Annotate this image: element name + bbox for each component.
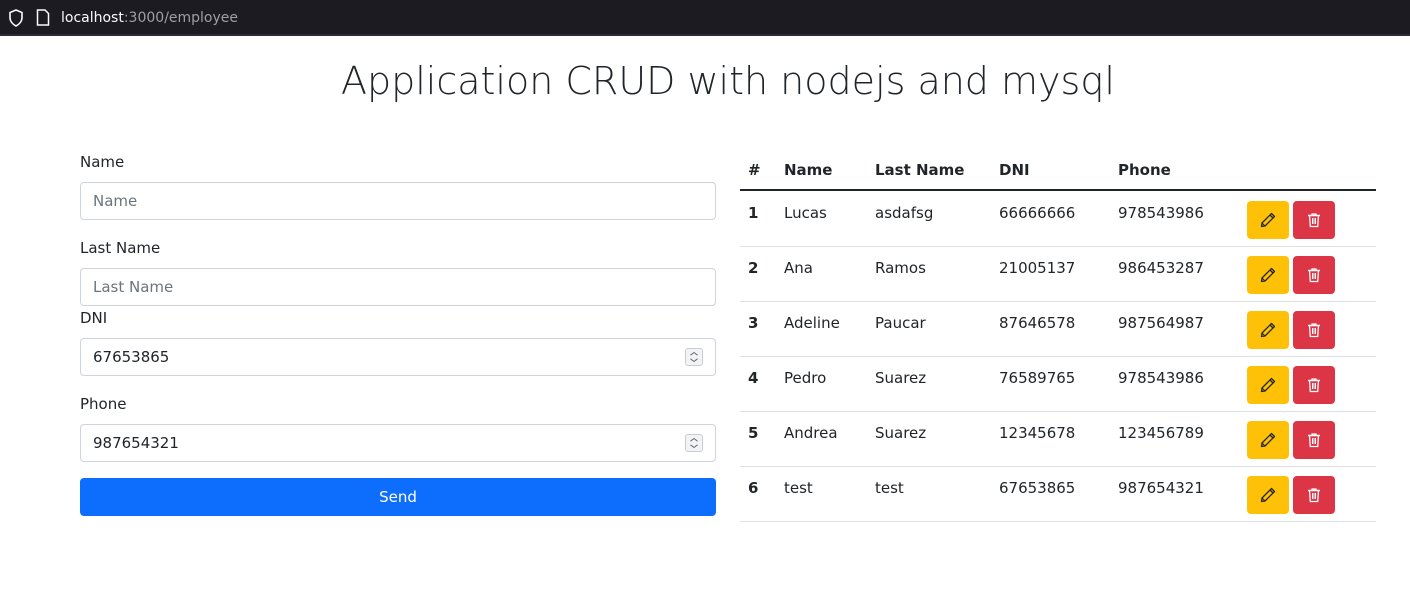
pencil-icon <box>1260 322 1276 338</box>
phone-value: 987654321 <box>93 434 179 452</box>
trash-icon <box>1308 488 1320 503</box>
cell-number: 4 <box>748 369 759 387</box>
trash-icon <box>1308 323 1320 338</box>
dni-label: DNI <box>80 309 108 327</box>
delete-button[interactable] <box>1293 366 1335 404</box>
header-phone: Phone <box>1118 161 1171 179</box>
trash-icon <box>1308 268 1320 283</box>
cell-dni: 21005137 <box>999 259 1076 277</box>
cell-last-name: test <box>875 479 904 497</box>
cell-dni: 67653865 <box>999 479 1076 497</box>
cell-name: Pedro <box>784 369 827 387</box>
edit-button[interactable] <box>1247 201 1289 239</box>
cell-name: Lucas <box>784 204 827 222</box>
delete-button[interactable] <box>1293 421 1335 459</box>
cell-phone: 987564987 <box>1118 314 1204 332</box>
delete-button[interactable] <box>1293 256 1335 294</box>
edit-button[interactable] <box>1247 421 1289 459</box>
cell-last-name: asdafsg <box>875 204 934 222</box>
cell-last-name: Suarez <box>875 369 927 387</box>
pencil-icon <box>1260 377 1276 393</box>
page-icon <box>36 9 50 26</box>
cell-number: 3 <box>748 314 759 332</box>
cell-dni: 12345678 <box>999 424 1076 442</box>
url-path: :3000/employee <box>123 10 239 26</box>
dni-input[interactable]: 67653865 <box>80 338 716 376</box>
header-name: Name <box>784 161 833 179</box>
cell-dni: 66666666 <box>999 204 1076 222</box>
cell-name: Andrea <box>784 424 838 442</box>
address-field[interactable]: localhost:3000/employee <box>61 9 238 27</box>
pencil-icon <box>1260 487 1276 503</box>
cell-name: Ana <box>784 259 813 277</box>
trash-icon <box>1308 433 1320 448</box>
name-label: Name <box>80 153 125 171</box>
cell-phone: 987654321 <box>1118 479 1204 497</box>
trash-icon <box>1308 213 1320 228</box>
table-row: 1 Lucas asdafsg 66666666 978543986 <box>740 192 1376 247</box>
number-spinner-icon[interactable] <box>685 348 703 366</box>
cell-phone: 986453287 <box>1118 259 1204 277</box>
table-row: 5 Andrea Suarez 12345678 123456789 <box>740 412 1376 467</box>
pencil-icon <box>1260 267 1276 283</box>
delete-button[interactable] <box>1293 311 1335 349</box>
edit-button[interactable] <box>1247 476 1289 514</box>
cell-number: 5 <box>748 424 759 442</box>
cell-phone: 123456789 <box>1118 424 1204 442</box>
page-title: Application CRUD with nodejs and mysql <box>340 59 1115 103</box>
send-button[interactable]: Send <box>80 478 716 516</box>
last-name-input[interactable]: Last Name <box>80 268 716 306</box>
phone-input[interactable]: 987654321 <box>80 424 716 462</box>
url-host: localhost <box>61 10 124 26</box>
pencil-icon <box>1260 212 1276 228</box>
cell-name: Adeline <box>784 314 840 332</box>
cell-last-name: Ramos <box>875 259 926 277</box>
pencil-icon <box>1260 432 1276 448</box>
table-header: # Name Last Name DNI Phone <box>740 150 1376 191</box>
cell-number: 1 <box>748 204 759 222</box>
header-dni: DNI <box>999 161 1030 179</box>
phone-label: Phone <box>80 395 127 413</box>
trash-icon <box>1308 378 1320 393</box>
number-spinner-icon[interactable] <box>685 434 703 452</box>
table-row: 2 Ana Ramos 21005137 986453287 <box>740 247 1376 302</box>
cell-last-name: Paucar <box>875 314 926 332</box>
cell-number: 2 <box>748 259 759 277</box>
header-last-name: Last Name <box>875 161 965 179</box>
browser-url-bar: localhost:3000/employee <box>0 0 1410 36</box>
table-row: 3 Adeline Paucar 87646578 987564987 <box>740 302 1376 357</box>
cell-phone: 978543986 <box>1118 204 1204 222</box>
delete-button[interactable] <box>1293 476 1335 514</box>
name-input[interactable]: Name <box>80 182 716 220</box>
edit-button[interactable] <box>1247 366 1289 404</box>
cell-last-name: Suarez <box>875 424 927 442</box>
cell-dni: 76589765 <box>999 369 1076 387</box>
edit-button[interactable] <box>1247 256 1289 294</box>
cell-number: 6 <box>748 479 759 497</box>
dni-value: 67653865 <box>93 348 170 366</box>
cell-name: test <box>784 479 813 497</box>
edit-button[interactable] <box>1247 311 1289 349</box>
header-number: # <box>748 161 761 179</box>
table-row: 4 Pedro Suarez 76589765 978543986 <box>740 357 1376 412</box>
delete-button[interactable] <box>1293 201 1335 239</box>
cell-dni: 87646578 <box>999 314 1076 332</box>
cell-phone: 978543986 <box>1118 369 1204 387</box>
table-row: 6 test test 67653865 987654321 <box>740 467 1376 522</box>
last-name-label: Last Name <box>80 239 161 257</box>
shield-icon[interactable] <box>8 9 24 27</box>
